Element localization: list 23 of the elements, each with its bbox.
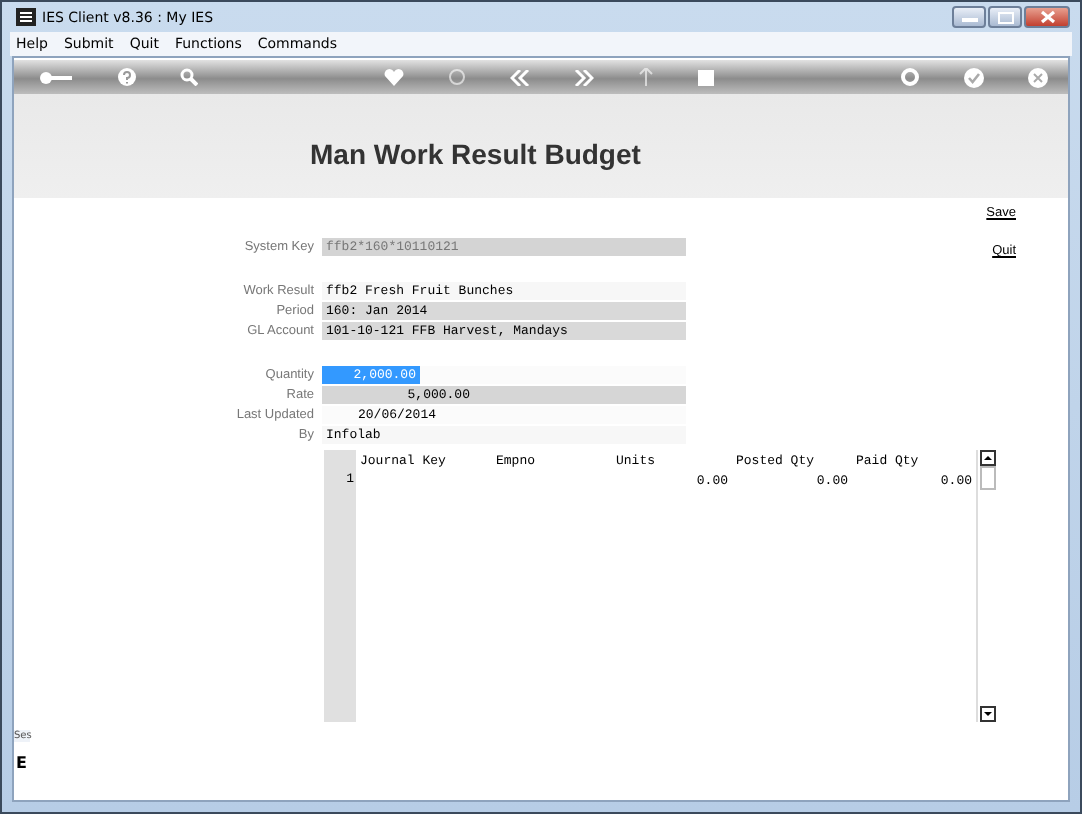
minimize-icon bbox=[961, 13, 977, 21]
help-icon[interactable] bbox=[118, 68, 136, 86]
rewind-icon[interactable] bbox=[510, 69, 530, 85]
close-icon bbox=[1039, 10, 1055, 24]
key-icon[interactable] bbox=[38, 69, 74, 85]
app-icon bbox=[16, 8, 36, 26]
side-letter: E bbox=[14, 754, 29, 772]
search-icon[interactable] bbox=[180, 68, 198, 86]
close-button[interactable] bbox=[1024, 6, 1070, 28]
stop-icon[interactable] bbox=[698, 69, 714, 85]
scrollbar[interactable] bbox=[976, 450, 998, 722]
check-icon[interactable] bbox=[964, 67, 984, 87]
fast-forward-icon[interactable] bbox=[574, 69, 594, 85]
close-icon[interactable] bbox=[1028, 67, 1048, 87]
scroll-down-icon[interactable] bbox=[980, 706, 996, 722]
maximize-icon bbox=[997, 11, 1013, 23]
upload-icon[interactable] bbox=[638, 68, 654, 86]
scroll-thumb[interactable] bbox=[980, 466, 996, 490]
minimize-button[interactable] bbox=[952, 6, 986, 28]
heart-icon[interactable] bbox=[384, 68, 404, 86]
page-title: Man Work Result Budget bbox=[310, 138, 641, 170]
maximize-button[interactable] bbox=[988, 6, 1022, 28]
scroll-up-icon[interactable] bbox=[980, 450, 996, 466]
